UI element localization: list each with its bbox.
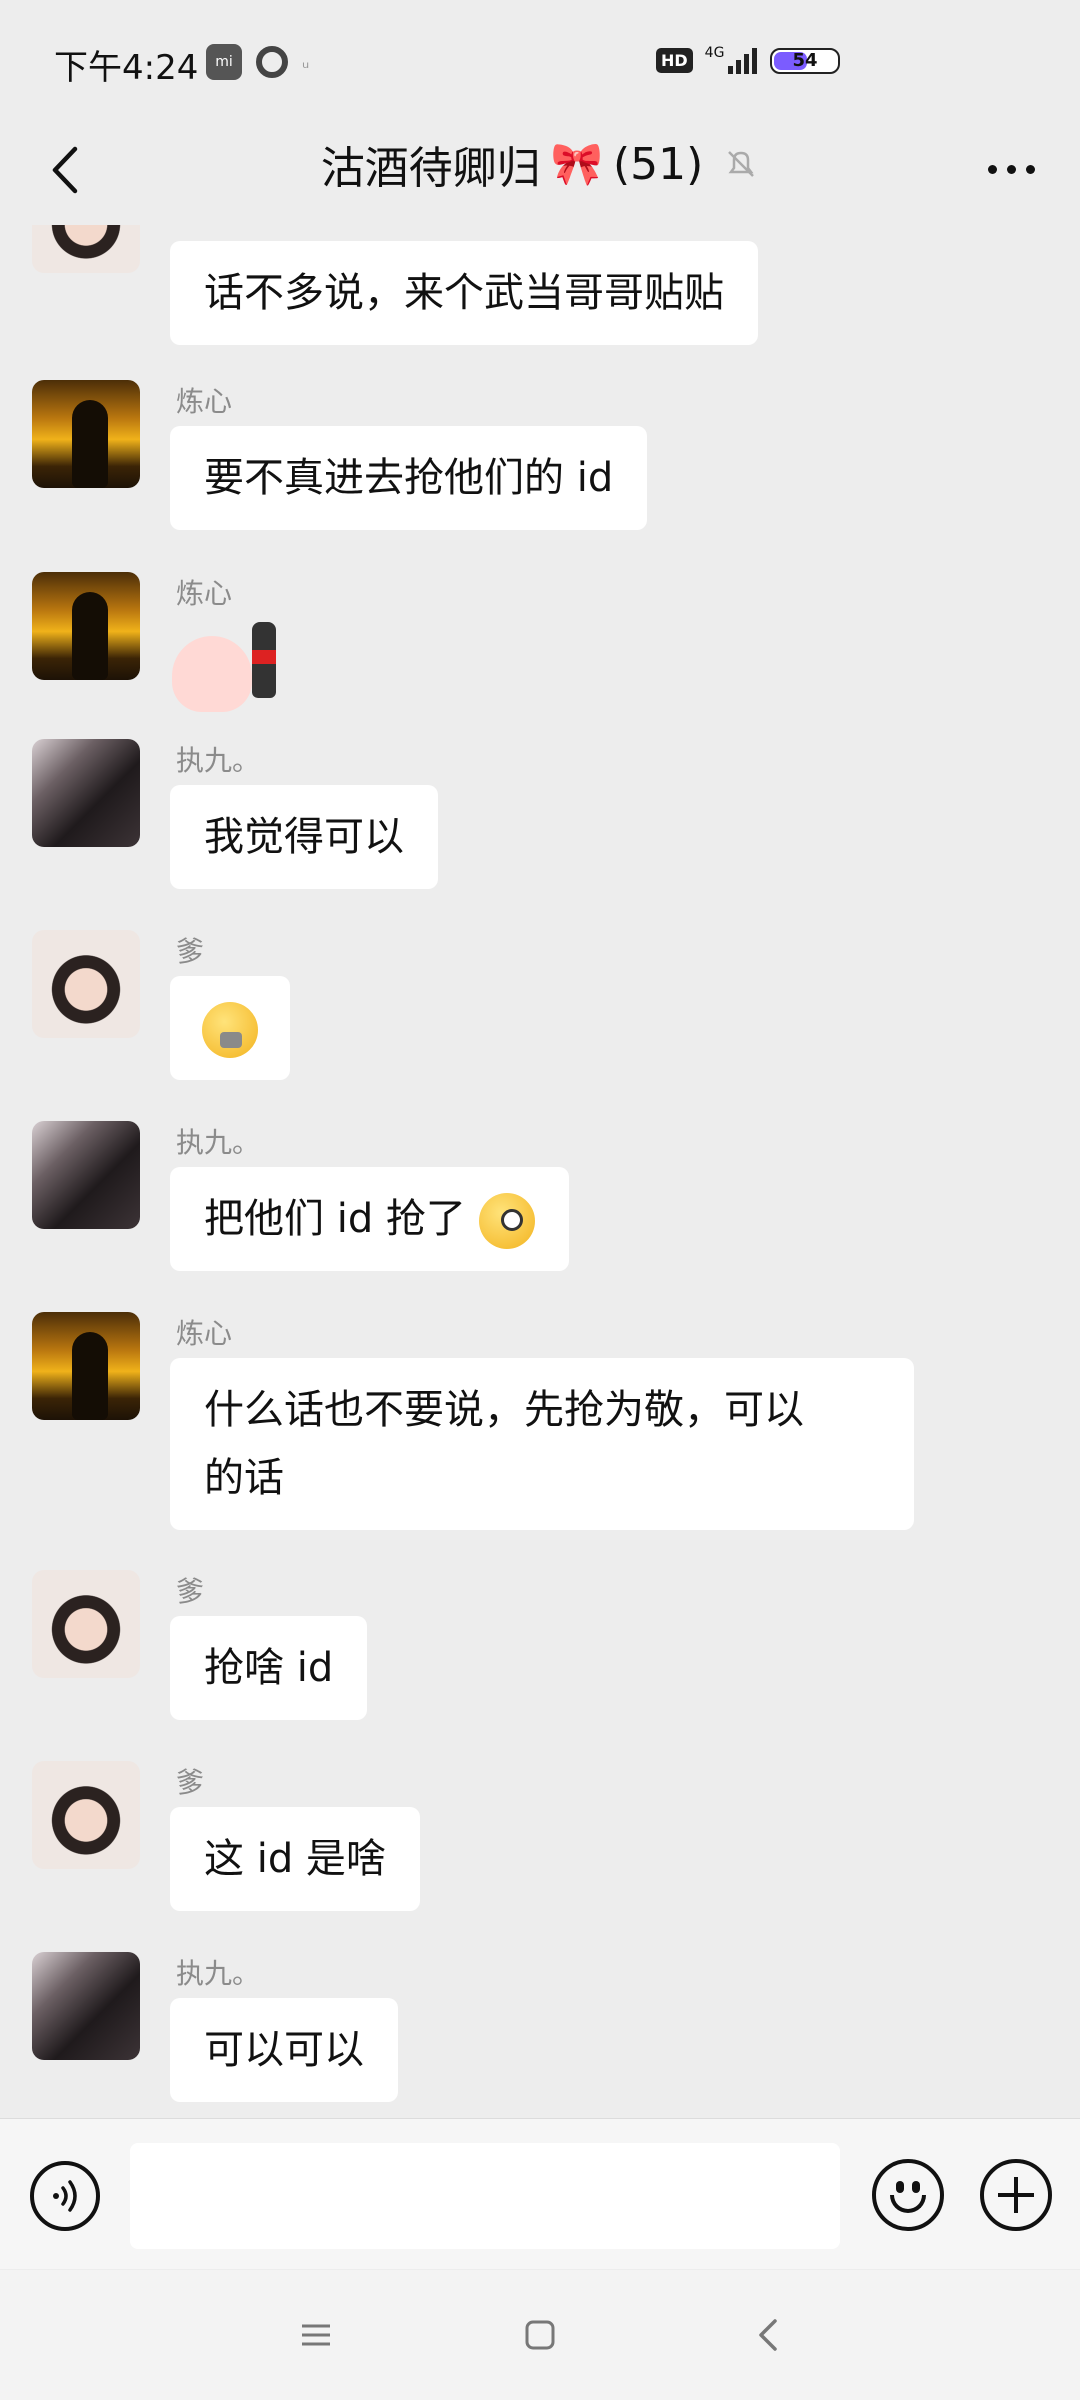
avatar[interactable] <box>32 1761 140 1869</box>
nav-menu-button[interactable] <box>286 2310 346 2360</box>
chat-title: 沽酒待卿归 🎀 (51) <box>0 132 1080 196</box>
avatar[interactable] <box>32 930 140 1038</box>
nav-home-button[interactable] <box>510 2310 570 2360</box>
message-bubble[interactable] <box>170 976 290 1080</box>
sender-name: 执九。 <box>176 1126 261 1159</box>
system-nav-bar <box>0 2270 1080 2400</box>
message-item: 执九。 我觉得可以 <box>32 739 1052 909</box>
message-item: 爹 <box>32 930 1052 1100</box>
sender-name: 炼心 <box>176 1317 233 1350</box>
emoji-icon-eye <box>912 2181 920 2193</box>
more-dot <box>987 164 997 174</box>
sender-name: 爹 <box>176 935 205 968</box>
plus-button[interactable] <box>980 2159 1052 2231</box>
status-right-icons: HD 4G <box>656 46 758 74</box>
avatar[interactable] <box>32 380 140 488</box>
zipper-mouth-emoji-icon <box>202 1002 258 1058</box>
voice-icon <box>53 2180 77 2212</box>
voice-button[interactable] <box>30 2161 100 2231</box>
wink-emoji-icon <box>478 1193 535 1249</box>
pig-cola-sticker[interactable] <box>172 622 282 712</box>
sender-name: 爹 <box>176 1766 205 1799</box>
group-name: 沽酒待卿归 <box>320 143 541 194</box>
message-text-line: 的话 <box>204 1455 284 1501</box>
sender-name: 执九。 <box>176 1957 261 1990</box>
menu-icon <box>302 2324 330 2346</box>
bell-off-icon <box>728 151 755 177</box>
message-item: 爹 抢啥 id <box>32 1570 1052 1740</box>
emoji-icon-eye <box>896 2181 904 2193</box>
sender-name: 炼心 <box>176 577 233 610</box>
network-label: 4G <box>704 45 725 61</box>
chat-input-bar <box>0 2118 1080 2269</box>
avatar[interactable] <box>32 572 140 680</box>
signal-group: 4G <box>705 46 758 74</box>
sender-name: 爹 <box>176 1575 205 1608</box>
usb-icon: ᵤ <box>302 51 310 73</box>
message-bubble[interactable]: 这 id 是啥 <box>170 1807 420 1911</box>
message-bubble[interactable]: 要不真进去抢他们的 id <box>170 426 648 530</box>
message-bubble[interactable]: 可以可以 <box>170 1998 398 2102</box>
more-button[interactable] <box>976 144 1046 194</box>
message-item: 执九。 把他们 id 抢了 <box>32 1121 1052 1291</box>
message-text-line: 什么话也不要说，先抢为敬，可以 <box>204 1387 804 1433</box>
message-item: 炼心 <box>32 572 1052 722</box>
emoji-button[interactable] <box>872 2159 944 2231</box>
home-square-icon <box>525 2320 555 2350</box>
avatar[interactable] <box>32 1312 140 1420</box>
message-item: 话不多说，来个武当哥哥贴贴 <box>32 225 1052 365</box>
message-text: 把他们 id 抢了 <box>204 1196 466 1242</box>
message-bubble[interactable]: 抢啥 id <box>170 1616 368 1720</box>
more-dot <box>1006 164 1016 174</box>
sender-name: 炼心 <box>176 385 233 418</box>
bow-emoji-icon: 🎀 <box>550 139 603 188</box>
message-item: 执九。 可以可以 <box>32 1952 1052 2115</box>
message-bubble[interactable]: 把他们 id 抢了 <box>170 1167 569 1271</box>
message-input[interactable] <box>130 2143 840 2249</box>
status-notification-icons: mi ᵤ <box>206 44 309 80</box>
emoji-icon <box>890 2195 926 2213</box>
message-item: 爹 这 id 是啥 <box>32 1761 1052 1931</box>
mi-app-icon: mi <box>206 44 242 80</box>
hd-badge: HD <box>656 47 693 73</box>
qq-icon <box>256 46 288 78</box>
battery-icon: 54 <box>770 48 844 76</box>
mi-label: mi <box>215 54 233 70</box>
message-bubble[interactable]: 我觉得可以 <box>170 785 438 889</box>
avatar[interactable] <box>32 1570 140 1678</box>
battery-level: 54 <box>792 50 818 71</box>
more-dot <box>1025 164 1035 174</box>
message-item: 炼心 什么话也不要说，先抢为敬，可以 的话 <box>32 1312 1052 1552</box>
status-bar: 下午4:24 mi ᵤ HD 4G 54 <box>0 0 1080 130</box>
message-item: 炼心 要不真进去抢他们的 id <box>32 380 1052 550</box>
cola-bottle-icon <box>252 622 276 698</box>
avatar[interactable] <box>32 225 140 273</box>
chat-message-list[interactable]: 话不多说，来个武当哥哥贴贴 炼心 要不真进去抢他们的 id 炼心 执九。 我觉得… <box>0 225 1080 2115</box>
nav-back-button[interactable] <box>738 2310 798 2360</box>
chat-header: 沽酒待卿归 🎀 (51) <box>0 130 1080 220</box>
avatar[interactable] <box>32 739 140 847</box>
avatar[interactable] <box>32 1121 140 1229</box>
message-bubble[interactable]: 什么话也不要说，先抢为敬，可以 的话 <box>170 1358 914 1530</box>
sender-name: 执九。 <box>176 744 261 777</box>
member-count: (51) <box>612 138 704 190</box>
message-bubble[interactable]: 话不多说，来个武当哥哥贴贴 <box>170 241 758 345</box>
status-time: 下午4:24 <box>54 48 199 88</box>
pig-sticker-icon <box>172 636 252 712</box>
avatar[interactable] <box>32 1952 140 2060</box>
back-triangle-icon <box>759 2319 777 2351</box>
signal-icon <box>728 46 758 74</box>
